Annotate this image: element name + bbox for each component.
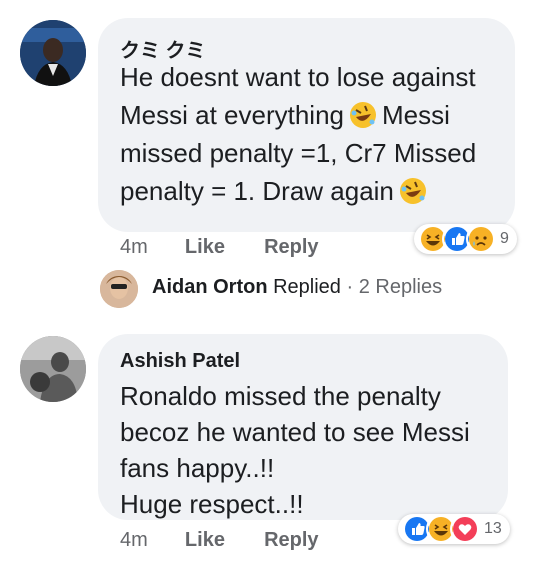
comment-author[interactable]: Ashish Patel	[120, 350, 240, 373]
sad-reaction-icon	[466, 224, 496, 254]
reaction-count: 13	[484, 520, 502, 537]
comment-line: Messi at everything	[120, 100, 344, 130]
reaction-count: 9	[500, 230, 509, 247]
separator-dot: ·	[346, 276, 354, 298]
avatar-photo	[20, 336, 86, 402]
rofl-emoji-icon	[348, 100, 378, 130]
reply-button[interactable]: Reply	[264, 236, 318, 259]
love-reaction-icon	[450, 514, 480, 544]
replied-label: Replied	[273, 276, 341, 298]
comment-line: He doesnt want to lose against	[120, 62, 476, 92]
comment-time[interactable]: 4m	[120, 236, 148, 259]
comment-line: penalty = 1. Draw again	[120, 176, 394, 206]
comment-line: missed penalty =1, Cr7 Missed	[120, 138, 477, 168]
reply-author[interactable]: Aidan Orton	[152, 276, 268, 298]
rofl-emoji-icon	[398, 176, 428, 206]
view-replies-link[interactable]: Aidan Orton Replied · 2 Replies	[152, 276, 442, 299]
comment-line: Messi	[381, 100, 450, 130]
avatar[interactable]	[100, 270, 138, 308]
comment-line: becoz he wanted to see Messi	[120, 417, 470, 447]
comment-text: He doesnt want to lose against Messi at …	[120, 58, 476, 210]
reply-button[interactable]: Reply	[264, 529, 318, 552]
comment-text: Ronaldo missed the penalty becoz he want…	[120, 378, 470, 522]
comment-line: fans happy..!!	[120, 453, 275, 483]
avatar-photo	[100, 270, 138, 308]
comment-time[interactable]: 4m	[120, 529, 148, 552]
reactions-summary[interactable]: 13	[398, 514, 510, 544]
avatar-photo	[20, 20, 86, 86]
like-button[interactable]: Like	[185, 529, 225, 552]
like-button[interactable]: Like	[185, 236, 225, 259]
reply-count[interactable]: 2 Replies	[359, 276, 442, 298]
comment-actions: 4m Like Reply	[120, 529, 319, 552]
avatar[interactable]	[20, 20, 86, 86]
reactions-summary[interactable]: 9	[414, 224, 517, 254]
comment-line: Ronaldo missed the penalty	[120, 381, 441, 411]
avatar[interactable]	[20, 336, 86, 402]
comment-actions: 4m Like Reply	[120, 236, 319, 259]
